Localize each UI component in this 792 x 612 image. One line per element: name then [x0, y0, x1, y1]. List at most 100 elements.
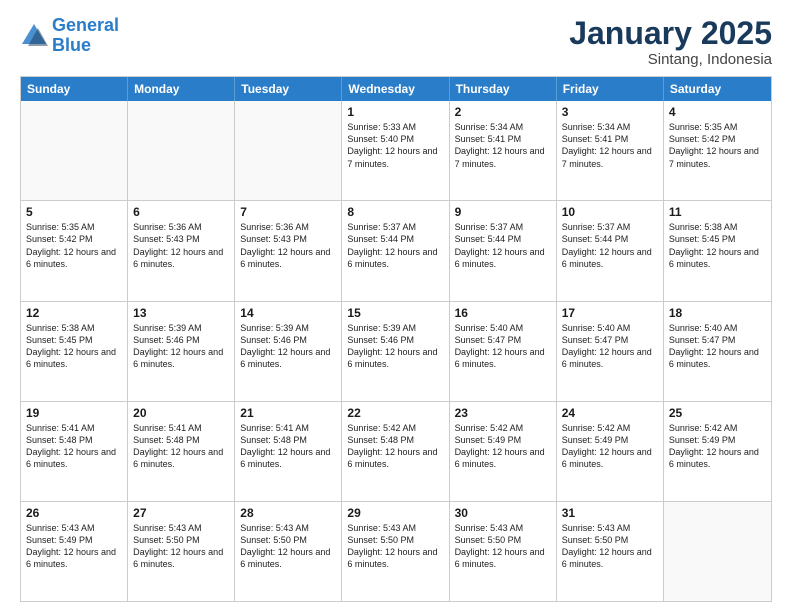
calendar-cell: 30 Sunrise: 5:43 AMSunset: 5:50 PMDayligh…: [450, 502, 557, 601]
page: General Blue January 2025 Sintang, Indon…: [0, 0, 792, 612]
calendar-cell: 11Sunrise: 5:38 AMSunset: 5:45 PMDayligh…: [664, 201, 771, 300]
cell-info: Sunrise: 5:43 AMSunset: 5:50 PMDaylight:…: [133, 522, 229, 571]
calendar-cell: 15 Sunrise: 5:39 AMSunset: 5:46 PMDayligh…: [342, 302, 449, 401]
day-number: 23: [455, 406, 551, 420]
cell-info: Sunrise: 5:43 AMSunset: 5:50 PMDaylight:…: [347, 522, 443, 571]
calendar-cell: 5 Sunrise: 5:35 AMSunset: 5:42 PMDaylight…: [21, 201, 128, 300]
calendar-cell: 25 Sunrise: 5:42 AMSunset: 5:49 PMDayligh…: [664, 402, 771, 501]
day-number: 25: [669, 406, 766, 420]
day-number: 13: [133, 306, 229, 320]
header-thursday: Thursday: [450, 77, 557, 101]
day-number: 14: [240, 306, 336, 320]
calendar-cell: 9 Sunrise: 5:37 AMSunset: 5:44 PMDaylight…: [450, 201, 557, 300]
calendar-row-4: 19 Sunrise: 5:41 AMSunset: 5:48 PMDayligh…: [21, 401, 771, 501]
calendar-cell: 6Sunrise: 5:36 AMSunset: 5:43 PMDaylight…: [128, 201, 235, 300]
calendar-cell: 14 Sunrise: 5:39 AMSunset: 5:46 PMDayligh…: [235, 302, 342, 401]
logo-icon: [20, 22, 48, 50]
calendar-cell: 27 Sunrise: 5:43 AMSunset: 5:50 PMDayligh…: [128, 502, 235, 601]
cell-info: Sunrise: 5:43 AMSunset: 5:50 PMDaylight:…: [240, 522, 336, 571]
day-number: 20: [133, 406, 229, 420]
calendar-cell: 28 Sunrise: 5:43 AMSunset: 5:50 PMDayligh…: [235, 502, 342, 601]
calendar-cell: 29 Sunrise: 5:43 AMSunset: 5:50 PMDayligh…: [342, 502, 449, 601]
cell-info: Sunrise: 5:34 AMSunset: 5:41 PMDaylight:…: [562, 121, 658, 170]
logo: General Blue: [20, 16, 119, 56]
calendar-cell: 16Sunrise: 5:40 AMSunset: 5:47 PMDayligh…: [450, 302, 557, 401]
calendar-cell: 18 Sunrise: 5:40 AMSunset: 5:47 PMDayligh…: [664, 302, 771, 401]
calendar-cell: 19 Sunrise: 5:41 AMSunset: 5:48 PMDayligh…: [21, 402, 128, 501]
calendar-cell: 3 Sunrise: 5:34 AMSunset: 5:41 PMDaylight…: [557, 101, 664, 200]
calendar-cell: 1 Sunrise: 5:33 AMSunset: 5:40 PMDaylight…: [342, 101, 449, 200]
day-number: 31: [562, 506, 658, 520]
day-number: 1: [347, 105, 443, 119]
title-block: January 2025 Sintang, Indonesia: [569, 16, 772, 68]
day-number: 8: [347, 205, 443, 219]
calendar-cell: 13 Sunrise: 5:39 AMSunset: 5:46 PMDayligh…: [128, 302, 235, 401]
cell-info: Sunrise: 5:42 AMSunset: 5:48 PMDaylight:…: [347, 422, 443, 471]
day-number: 3: [562, 105, 658, 119]
calendar-cell: 24Sunrise: 5:42 AMSunset: 5:49 PMDayligh…: [557, 402, 664, 501]
cell-info: Sunrise: 5:33 AMSunset: 5:40 PMDaylight:…: [347, 121, 443, 170]
day-number: 9: [455, 205, 551, 219]
header: General Blue January 2025 Sintang, Indon…: [20, 16, 772, 68]
calendar-cell: 21 Sunrise: 5:41 AMSunset: 5:48 PMDayligh…: [235, 402, 342, 501]
calendar-row-3: 12Sunrise: 5:38 AMSunset: 5:45 PMDayligh…: [21, 301, 771, 401]
cell-info: Sunrise: 5:36 AMSunset: 5:43 PMDaylight:…: [240, 221, 336, 270]
cell-info: Sunrise: 5:40 AMSunset: 5:47 PMDaylight:…: [455, 322, 551, 371]
cell-info: Sunrise: 5:42 AMSunset: 5:49 PMDaylight:…: [669, 422, 766, 471]
day-number: 5: [26, 205, 122, 219]
calendar-cell: 2Sunrise: 5:34 AMSunset: 5:41 PMDaylight…: [450, 101, 557, 200]
day-number: 12: [26, 306, 122, 320]
day-number: 11: [669, 205, 766, 219]
calendar-cell: [21, 101, 128, 200]
calendar-cell: 7Sunrise: 5:36 AMSunset: 5:43 PMDaylight…: [235, 201, 342, 300]
day-number: 27: [133, 506, 229, 520]
day-number: 21: [240, 406, 336, 420]
header-tuesday: Tuesday: [235, 77, 342, 101]
cell-info: Sunrise: 5:39 AMSunset: 5:46 PMDaylight:…: [347, 322, 443, 371]
cell-info: Sunrise: 5:41 AMSunset: 5:48 PMDaylight:…: [26, 422, 122, 471]
day-number: 19: [26, 406, 122, 420]
day-number: 18: [669, 306, 766, 320]
day-number: 15: [347, 306, 443, 320]
cell-info: Sunrise: 5:40 AMSunset: 5:47 PMDaylight:…: [669, 322, 766, 371]
cell-info: Sunrise: 5:39 AMSunset: 5:46 PMDaylight:…: [240, 322, 336, 371]
cell-info: Sunrise: 5:39 AMSunset: 5:46 PMDaylight:…: [133, 322, 229, 371]
header-monday: Monday: [128, 77, 235, 101]
day-number: 22: [347, 406, 443, 420]
header-saturday: Saturday: [664, 77, 771, 101]
calendar-cell: 20 Sunrise: 5:41 AMSunset: 5:48 PMDayligh…: [128, 402, 235, 501]
day-number: 29: [347, 506, 443, 520]
day-number: 10: [562, 205, 658, 219]
calendar-cell: 12Sunrise: 5:38 AMSunset: 5:45 PMDayligh…: [21, 302, 128, 401]
cell-info: Sunrise: 5:41 AMSunset: 5:48 PMDaylight:…: [133, 422, 229, 471]
calendar-row-5: 26Sunrise: 5:43 AMSunset: 5:49 PMDayligh…: [21, 501, 771, 601]
cell-info: Sunrise: 5:43 AMSunset: 5:49 PMDaylight:…: [26, 522, 122, 571]
header-sunday: Sunday: [21, 77, 128, 101]
cell-info: Sunrise: 5:42 AMSunset: 5:49 PMDaylight:…: [455, 422, 551, 471]
day-number: 6: [133, 205, 229, 219]
cell-info: Sunrise: 5:35 AMSunset: 5:42 PMDaylight:…: [669, 121, 766, 170]
day-number: 28: [240, 506, 336, 520]
day-number: 30: [455, 506, 551, 520]
cell-info: Sunrise: 5:37 AMSunset: 5:44 PMDaylight:…: [455, 221, 551, 270]
logo-line1: General: [52, 15, 119, 35]
logo-text: General Blue: [52, 16, 119, 56]
calendar-header: Sunday Monday Tuesday Wednesday Thursday…: [21, 77, 771, 101]
cell-info: Sunrise: 5:42 AMSunset: 5:49 PMDaylight:…: [562, 422, 658, 471]
day-number: 17: [562, 306, 658, 320]
calendar-cell: 22 Sunrise: 5:42 AMSunset: 5:48 PMDayligh…: [342, 402, 449, 501]
calendar-row-1: 1 Sunrise: 5:33 AMSunset: 5:40 PMDaylight…: [21, 101, 771, 200]
calendar-subtitle: Sintang, Indonesia: [569, 51, 772, 68]
calendar-cell: 8 Sunrise: 5:37 AMSunset: 5:44 PMDaylight…: [342, 201, 449, 300]
cell-info: Sunrise: 5:43 AMSunset: 5:50 PMDaylight:…: [562, 522, 658, 571]
cell-info: Sunrise: 5:37 AMSunset: 5:44 PMDaylight:…: [347, 221, 443, 270]
calendar-cell: 31 Sunrise: 5:43 AMSunset: 5:50 PMDayligh…: [557, 502, 664, 601]
cell-info: Sunrise: 5:41 AMSunset: 5:48 PMDaylight:…: [240, 422, 336, 471]
calendar-cell: 26Sunrise: 5:43 AMSunset: 5:49 PMDayligh…: [21, 502, 128, 601]
header-friday: Friday: [557, 77, 664, 101]
day-number: 4: [669, 105, 766, 119]
calendar: Sunday Monday Tuesday Wednesday Thursday…: [20, 76, 772, 602]
calendar-row-2: 5 Sunrise: 5:35 AMSunset: 5:42 PMDaylight…: [21, 200, 771, 300]
cell-info: Sunrise: 5:43 AMSunset: 5:50 PMDaylight:…: [455, 522, 551, 571]
cell-info: Sunrise: 5:35 AMSunset: 5:42 PMDaylight:…: [26, 221, 122, 270]
